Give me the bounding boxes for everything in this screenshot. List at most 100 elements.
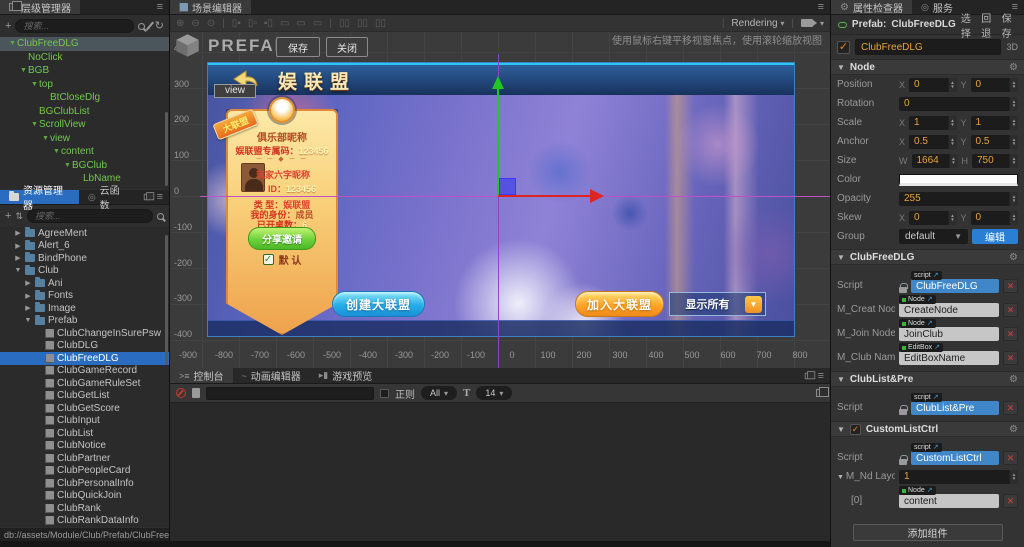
- gear-icon[interactable]: ⚙: [1009, 252, 1018, 263]
- expand-arrow-icon[interactable]: ▼: [8, 40, 17, 47]
- asset-item-clubrankdatainfo[interactable]: ClubRankDataInfo: [0, 515, 169, 528]
- expand-arrow-icon[interactable]: ▼: [30, 81, 39, 88]
- hierarchy-node-noclick[interactable]: NoClick: [0, 51, 169, 65]
- asset-item-clubnotice[interactable]: ClubNotice: [0, 440, 169, 453]
- regex-checkbox[interactable]: [380, 389, 389, 398]
- font-size-dropdown[interactable]: 14▾: [476, 386, 512, 400]
- node-ref-chip[interactable]: content: [899, 494, 999, 508]
- asset-item-clubgetlist[interactable]: ClubGetList: [0, 390, 169, 403]
- distribute-v-icon[interactable]: ▯▯: [357, 18, 368, 29]
- remove-icon[interactable]: ✕: [1003, 494, 1018, 508]
- clubfreedlg-node[interactable]: 娱联盟 大联盟 俱乐部昵称 娱联盟专属码：123456 ─ ─ ◆ ─ ─ 玩家…: [207, 62, 795, 337]
- gear-icon[interactable]: ⚙: [1009, 424, 1018, 435]
- asset-item-fonts[interactable]: ▶Fonts: [0, 290, 169, 303]
- customlistctrl-section-header[interactable]: ▼ ✓ CustomListCtrl⚙: [831, 421, 1024, 437]
- tab-hierarchy[interactable]: 层级管理器: [0, 0, 80, 14]
- distribute-even-icon[interactable]: ▯▯: [375, 18, 386, 29]
- search-icon[interactable]: [138, 23, 145, 30]
- script-chip[interactable]: ClubFreeDLG: [911, 279, 999, 293]
- anchor-y-input[interactable]: 0.5▲▼: [971, 135, 1018, 149]
- align-left-icon[interactable]: ▯▪: [232, 18, 241, 29]
- assets-search-input[interactable]: [27, 209, 153, 223]
- asset-item-clubpartner[interactable]: ClubPartner: [0, 452, 169, 465]
- group-edit-button[interactable]: 编辑: [972, 229, 1018, 244]
- gizmo-x-arrow[interactable]: [590, 189, 604, 203]
- expand-arrow-icon[interactable]: ▼: [24, 317, 32, 324]
- expand-arrow-icon[interactable]: ▼: [19, 67, 28, 74]
- remove-icon[interactable]: ✕: [1003, 401, 1018, 415]
- zoom-reset-icon[interactable]: ⊙: [207, 18, 215, 29]
- align-right-icon[interactable]: ▪▯: [264, 18, 273, 29]
- prefab-revert-button[interactable]: 回退: [981, 10, 996, 40]
- expand-arrow-icon[interactable]: ▶: [14, 254, 22, 262]
- asset-item-clubgameruleset[interactable]: ClubGameRuleSet: [0, 377, 169, 390]
- align-top-icon[interactable]: ▭: [280, 18, 289, 29]
- node-ref-chip[interactable]: CreateNode: [899, 303, 999, 317]
- skew-x-input[interactable]: 0▲▼: [909, 211, 956, 225]
- console-dock-icon[interactable]: [816, 389, 824, 397]
- remove-icon[interactable]: ✕: [1003, 279, 1018, 293]
- share-invite-button[interactable]: 分享邀请: [248, 227, 316, 250]
- camera-icon[interactable]: [801, 19, 813, 27]
- view-node-tag[interactable]: view: [214, 84, 256, 98]
- zoom-in-icon[interactable]: ⊕: [176, 18, 184, 29]
- add-asset-button[interactable]: +: [5, 211, 11, 222]
- align-middle-icon[interactable]: ▭: [296, 18, 305, 29]
- hierarchy-scrollbar[interactable]: [165, 112, 168, 186]
- hierarchy-node-bgclub[interactable]: ▼BGClub: [0, 159, 169, 173]
- hierarchy-node-top[interactable]: ▼top: [0, 78, 169, 92]
- component-enabled-checkbox[interactable]: ✓: [850, 424, 861, 435]
- sort-icon[interactable]: ⇅: [15, 212, 23, 221]
- gizmo-y-arrow[interactable]: [492, 76, 504, 89]
- position-x-input[interactable]: 0▲▼: [909, 78, 956, 92]
- expand-arrow-icon[interactable]: ▶: [24, 279, 32, 287]
- tab-console[interactable]: >≡ 控制台: [170, 368, 233, 383]
- tab-assets[interactable]: 资源管理器: [0, 190, 79, 204]
- scene-canvas[interactable]: 使用鼠标右键平移视窗焦点，使用滚轮缩放视图 PREFAB 保存 关闭 40030…: [170, 32, 830, 368]
- assets-menu-icons[interactable]: ≡: [137, 190, 169, 204]
- align-bottom-icon[interactable]: ▭: [313, 18, 322, 29]
- gizmo-x-axis[interactable]: [498, 195, 590, 197]
- tab-inspector[interactable]: ⚙ 属性检查器: [831, 0, 912, 14]
- script-chip[interactable]: CustomListCtrl: [911, 451, 999, 465]
- remove-icon[interactable]: ✕: [1003, 303, 1018, 317]
- asset-item-clubfreedlg[interactable]: ClubFreeDLG: [0, 352, 169, 365]
- remove-icon[interactable]: ✕: [1003, 327, 1018, 341]
- tab-animation-editor[interactable]: ~ 动画编辑器: [233, 368, 310, 383]
- asset-item-alert_6[interactable]: ▶Alert_6: [0, 240, 169, 253]
- create-alliance-button[interactable]: 创建大联盟: [332, 291, 425, 317]
- default-checkbox[interactable]: ✓: [263, 254, 274, 265]
- expand-arrow-icon[interactable]: ▼: [30, 121, 39, 128]
- clublist-section-header[interactable]: ▼ClubList&Pre⚙: [831, 371, 1024, 387]
- tab-scene-editor[interactable]: 场景编辑器: [170, 0, 251, 14]
- gizmo-anchor-square[interactable]: [499, 178, 516, 195]
- asset-item-club[interactable]: ▼Club: [0, 265, 169, 278]
- distribute-h-icon[interactable]: ▯▯: [339, 18, 350, 29]
- position-y-input[interactable]: 0▲▼: [971, 78, 1018, 92]
- picker-icon[interactable]: [146, 22, 154, 31]
- default-checkbox-row[interactable]: ✓ 默 认: [228, 252, 336, 267]
- prefab-select-button[interactable]: 选择: [961, 10, 976, 40]
- opacity-input[interactable]: 255▲▼: [899, 192, 1018, 206]
- tab-game-preview[interactable]: ▸▮ 游戏预览: [310, 368, 381, 383]
- node-section-header[interactable]: ▼Node⚙: [831, 59, 1024, 75]
- hierarchy-node-view[interactable]: ▼view: [0, 132, 169, 146]
- asset-item-clubdlg[interactable]: ClubDLG: [0, 340, 169, 353]
- club-info-card[interactable]: 俱乐部昵称 娱联盟专属码：123456 ─ ─ ◆ ─ ─ 玩家六字昵称 ID：…: [226, 109, 338, 335]
- expand-arrow-icon[interactable]: ▼: [63, 162, 72, 169]
- asset-item-image[interactable]: ▶Image: [0, 302, 169, 315]
- remove-icon[interactable]: ✕: [1003, 351, 1018, 365]
- asset-item-clubgetscore[interactable]: ClubGetScore: [0, 402, 169, 415]
- editbox-ref-chip[interactable]: EditBoxName: [899, 351, 999, 365]
- layout-count-input[interactable]: 1▲▼: [899, 470, 1018, 484]
- asset-item-clubgamerecord[interactable]: ClubGameRecord: [0, 365, 169, 378]
- prefab-save-button[interactable]: 保存: [276, 37, 320, 57]
- asset-item-clubpeoplecard[interactable]: ClubPeopleCard: [0, 465, 169, 478]
- rotation-input[interactable]: 0▲▼: [899, 97, 1018, 111]
- expand-arrow-icon[interactable]: ▼: [14, 267, 22, 274]
- clubfreedlg-section-header[interactable]: ▼ClubFreeDLG⚙: [831, 249, 1024, 265]
- gear-icon[interactable]: ⚙: [1009, 62, 1018, 73]
- scale-x-input[interactable]: 1▲▼: [909, 116, 956, 130]
- hierarchy-search-input[interactable]: [15, 19, 133, 33]
- skew-y-input[interactable]: 0▲▼: [971, 211, 1018, 225]
